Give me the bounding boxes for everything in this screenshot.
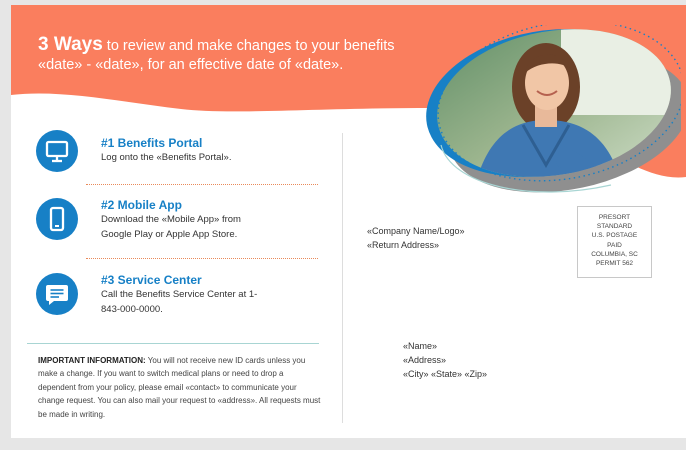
headline: 3 Ways to review and make changes to you… [38, 35, 438, 75]
postage-line: PRESORT [598, 214, 631, 221]
headline-text: to review and make changes to your benef… [102, 38, 395, 54]
headline-line-2: «date» - «date», for an effective date o… [38, 57, 344, 73]
recipient-address: «Address» [403, 355, 447, 365]
company-name: «Company Name/Logo» [367, 226, 465, 236]
postage-line: COLUMBIA, SC [591, 250, 638, 258]
mobile-phone-icon [36, 198, 78, 240]
dotted-divider [86, 184, 318, 185]
postage-indicia: PRESORT STANDARD U.S. POSTAGE PAID COLUM… [577, 206, 652, 278]
recipient-address-block: «Name» «Address» «City» «State» «Zip» [403, 339, 487, 381]
important-text: You will not receive new ID cards unless… [38, 356, 321, 419]
return-address-block: «Company Name/Logo» «Return Address» [367, 225, 465, 252]
important-label: IMPORTANT INFORMATION: [38, 356, 146, 365]
option-description: Log onto the «Benefits Portal». [101, 152, 232, 163]
postcard: 3 Ways to review and make changes to you… [11, 5, 686, 438]
recipient-city-state-zip: «City» «State» «Zip» [403, 369, 488, 379]
option-description: Call the Benefits Service Center at 1-84… [101, 289, 258, 315]
postage-line: U.S. POSTAGE [591, 232, 638, 240]
dotted-divider [86, 258, 318, 259]
vertical-divider [342, 133, 343, 423]
smiling-woman-photo-icon [425, 25, 681, 195]
important-information: IMPORTANT INFORMATION: You will not rece… [38, 354, 323, 421]
option-title: #1 Benefits Portal [101, 136, 203, 150]
chat-bubble-icon [36, 273, 78, 315]
monitor-icon [36, 130, 78, 172]
option-title: #3 Service Center [101, 273, 202, 287]
postage-line: PAID [607, 241, 622, 249]
recipient-name: «Name» [403, 341, 438, 351]
teal-divider [27, 343, 319, 344]
option-title: #2 Mobile App [101, 198, 182, 212]
return-address: «Return Address» [367, 239, 440, 250]
postage-line: STANDARD [596, 223, 633, 231]
headline-bold: 3 Ways [38, 34, 103, 55]
postage-line: PERMIT 562 [595, 260, 634, 268]
option-description: Download the «Mobile App» from Google Pl… [101, 214, 241, 240]
